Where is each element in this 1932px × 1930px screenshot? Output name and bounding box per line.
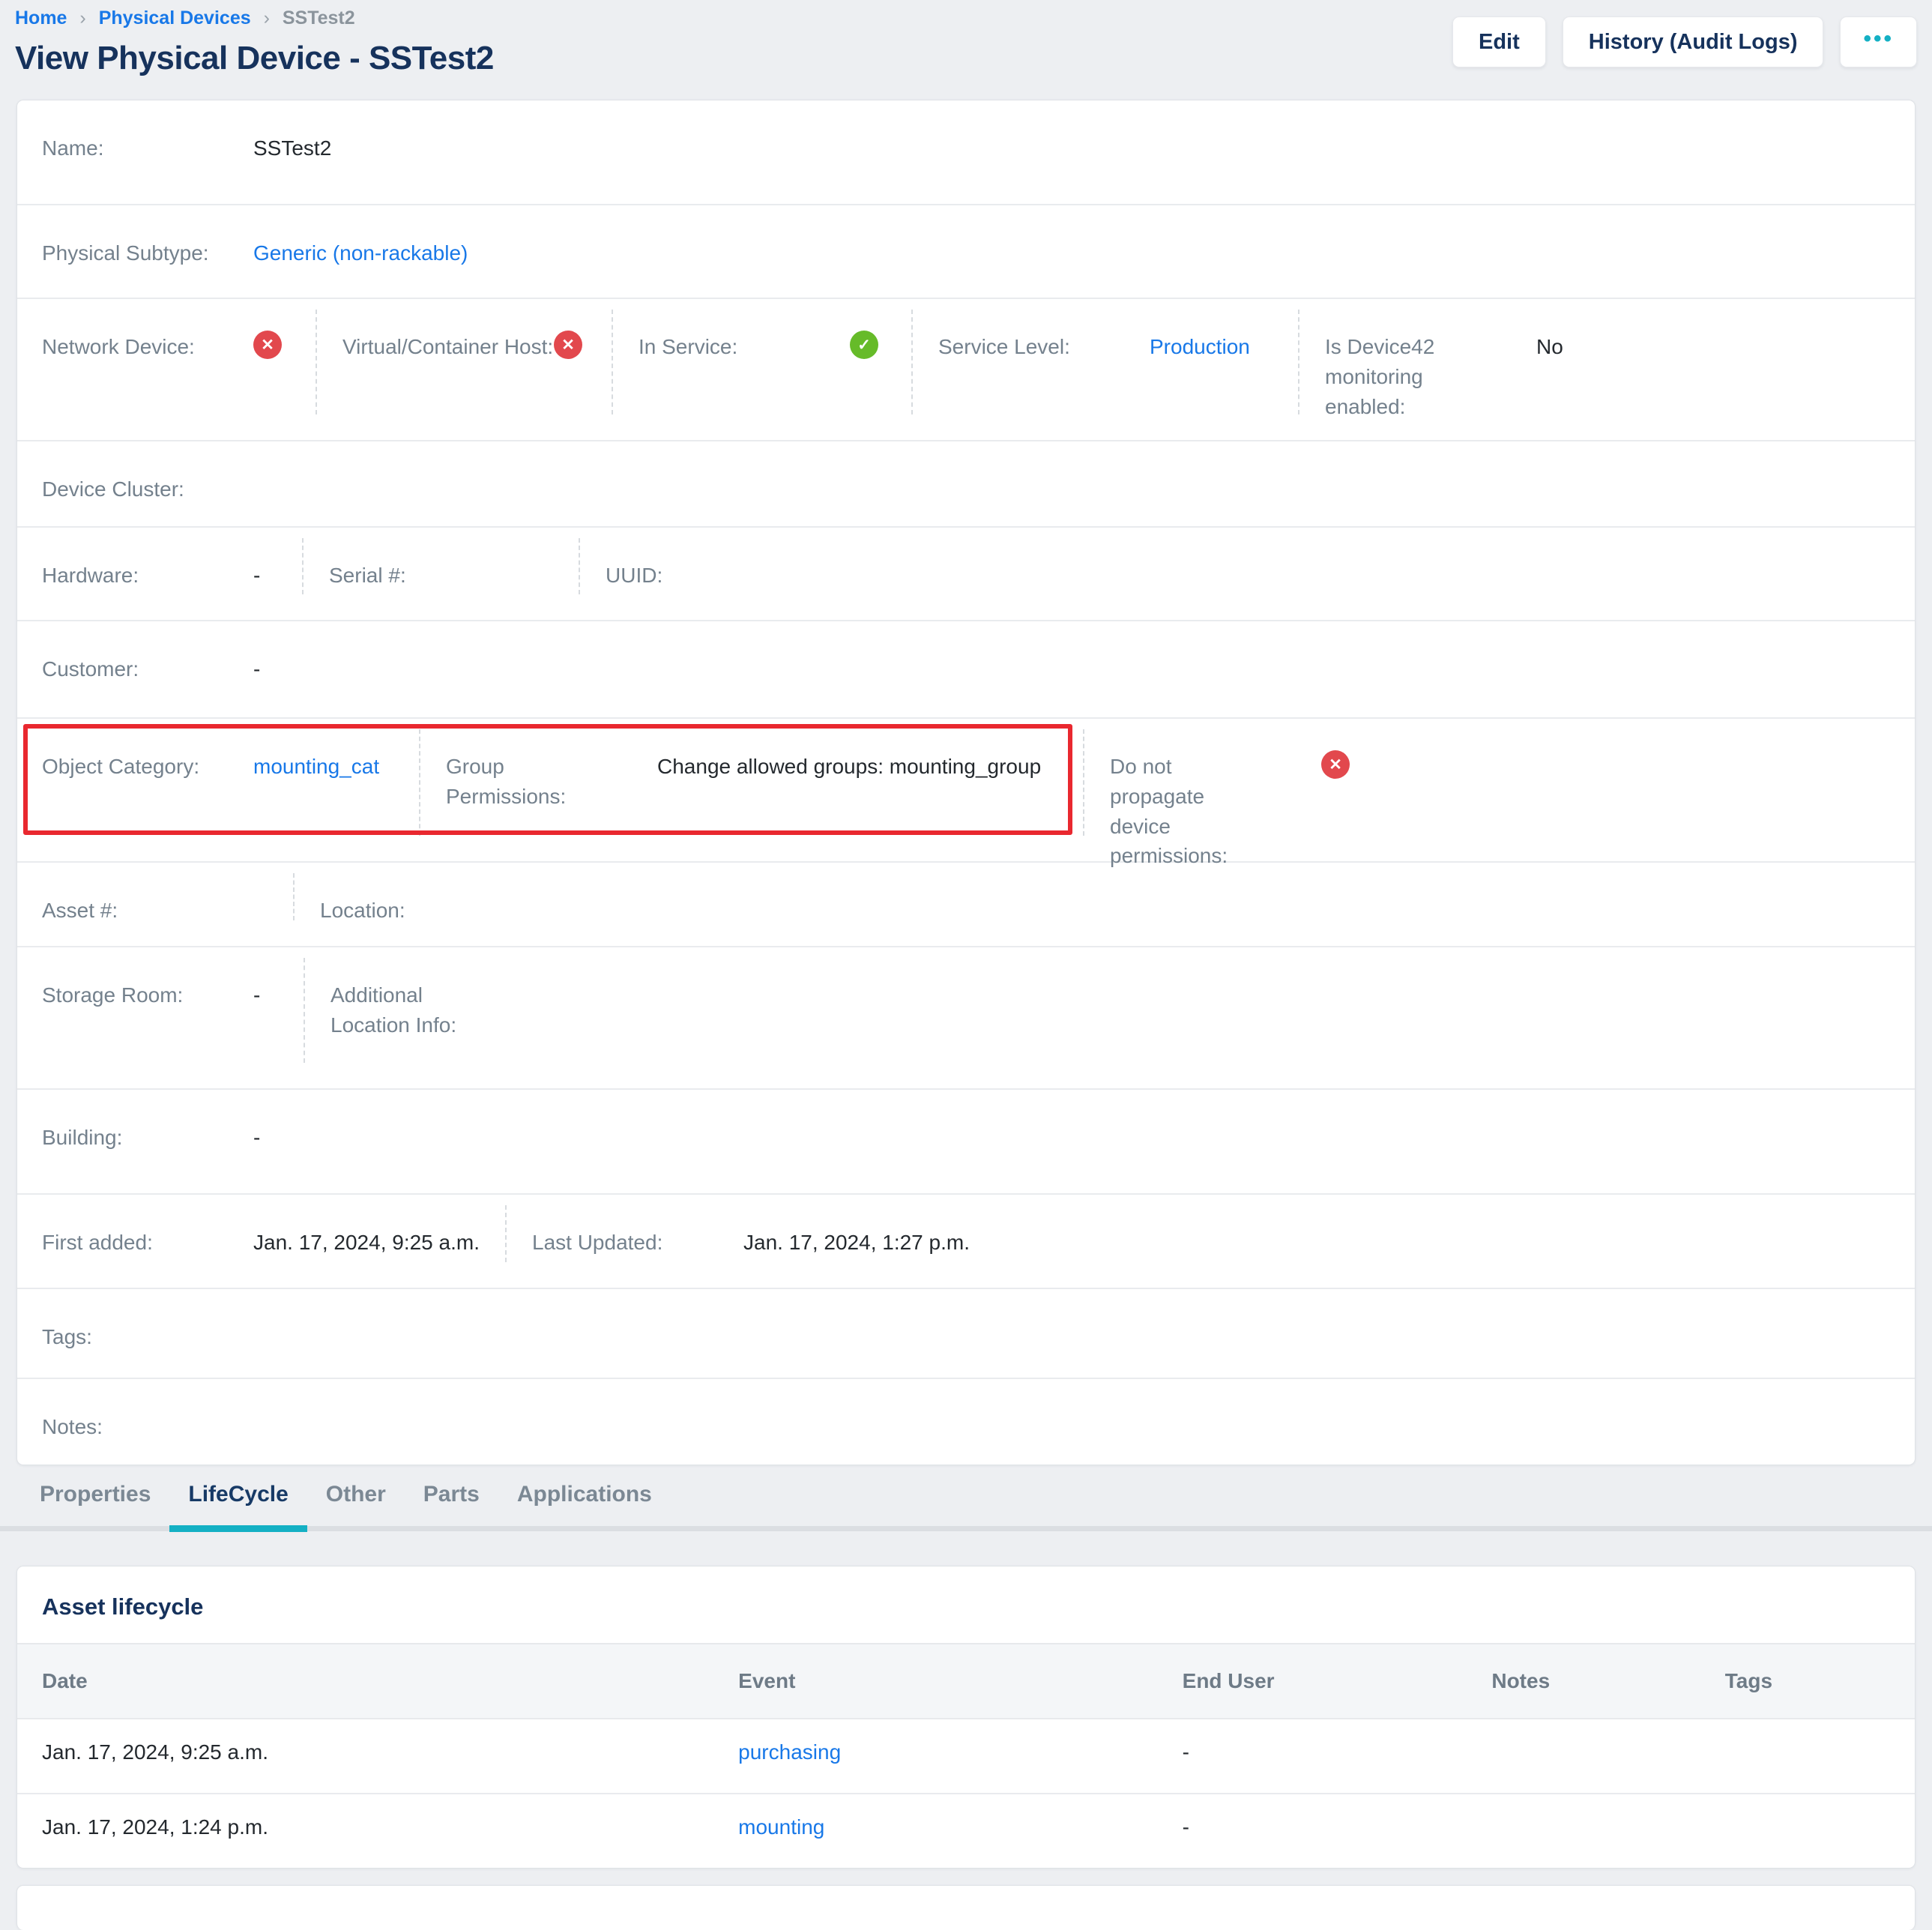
first-added-value: Jan. 17, 2024, 9:25 a.m. — [253, 1228, 480, 1257]
device42-monitoring-label: Is Device42 monitoring enabled: — [1325, 332, 1536, 421]
detail-row-name: Name: SSTest2 — [17, 100, 1915, 204]
lifecycle-tags — [1725, 1740, 1915, 1764]
building-label: Building: — [42, 1123, 253, 1153]
device-cluster-label: Device Cluster: — [42, 474, 253, 504]
breadcrumb-current-item: SSTest2 — [283, 7, 355, 28]
column-header-event: Event — [738, 1669, 1182, 1693]
do-not-propagate-label: Do not propagate device permissions: — [1110, 752, 1321, 871]
customer-value: - — [253, 654, 260, 684]
more-options-button[interactable]: ••• — [1840, 16, 1917, 67]
history-audit-logs-button[interactable]: History (Audit Logs) — [1563, 16, 1824, 67]
page-title: View Physical Device - SSTest2 — [15, 40, 494, 77]
lifecycle-event-link[interactable]: mounting — [738, 1815, 824, 1839]
next-section-card — [16, 1885, 1916, 1930]
status-no-icon: ✕ — [253, 331, 282, 359]
group-permissions-value: Change allowed groups: mounting_group — [657, 752, 1041, 781]
device-details-card: Name: SSTest2 Physical Subtype: Generic … — [16, 100, 1916, 1465]
lifecycle-date: Jan. 17, 2024, 9:25 a.m. — [17, 1740, 738, 1764]
lifecycle-table-header: Date Event End User Notes Tags — [17, 1643, 1915, 1719]
breadcrumb-home-link[interactable]: Home — [15, 7, 67, 28]
hardware-value: - — [253, 561, 260, 590]
name-value: SSTest2 — [253, 133, 331, 163]
group-permissions-label: Group Permissions: — [446, 752, 657, 812]
detail-row-dates: First added: Jan. 17, 2024, 9:25 a.m. La… — [17, 1193, 1915, 1288]
detail-row-asset-location: Asset #: Location: — [17, 861, 1915, 946]
lifecycle-end-user: - — [1183, 1815, 1492, 1839]
asset-number-label: Asset #: — [42, 896, 253, 926]
physical-subtype-link[interactable]: Generic (non-rackable) — [253, 238, 468, 268]
customer-label: Customer: — [42, 654, 253, 684]
tab-other[interactable]: Other — [307, 1482, 405, 1526]
detail-row-hardware: Hardware: - Serial #: UUID: — [17, 526, 1915, 620]
network-device-label: Network Device: — [42, 332, 253, 362]
detail-row-notes: Notes: — [17, 1378, 1915, 1465]
lifecycle-end-user: - — [1183, 1740, 1492, 1764]
service-level-link[interactable]: Production — [1150, 332, 1250, 361]
detail-row-object-category: Object Category: mounting_cat Group Perm… — [17, 717, 1915, 861]
lifecycle-table-row: Jan. 17, 2024, 9:25 a.m. purchasing - — [17, 1719, 1915, 1793]
column-header-tags: Tags — [1725, 1669, 1915, 1693]
breadcrumb-separator-icon: › — [264, 7, 270, 28]
in-service-label: In Service: — [639, 332, 850, 362]
tab-properties[interactable]: Properties — [21, 1482, 169, 1526]
status-yes-icon: ✓ — [850, 331, 878, 359]
lifecycle-notes — [1491, 1815, 1724, 1839]
tab-applications[interactable]: Applications — [498, 1482, 671, 1526]
detail-row-customer: Customer: - — [17, 620, 1915, 717]
physical-subtype-label: Physical Subtype: — [42, 238, 253, 268]
last-updated-label: Last Updated: — [532, 1228, 743, 1258]
hardware-label: Hardware: — [42, 561, 253, 591]
building-value: - — [253, 1123, 260, 1152]
last-updated-value: Jan. 17, 2024, 1:27 p.m. — [743, 1228, 970, 1257]
virtual-container-host-label: Virtual/Container Host: — [342, 332, 554, 362]
lifecycle-table-row: Jan. 17, 2024, 1:24 p.m. mounting - — [17, 1793, 1915, 1868]
tab-parts[interactable]: Parts — [405, 1482, 498, 1526]
lifecycle-event-link[interactable]: purchasing — [738, 1740, 841, 1764]
lifecycle-date: Jan. 17, 2024, 1:24 p.m. — [17, 1815, 738, 1839]
storage-room-label: Storage Room: — [42, 980, 253, 1010]
lifecycle-notes — [1491, 1740, 1724, 1764]
breadcrumb-separator-icon: › — [79, 7, 85, 28]
tab-lifecycle[interactable]: LifeCycle — [169, 1482, 307, 1526]
object-category-link[interactable]: mounting_cat — [253, 752, 379, 781]
serial-number-label: Serial #: — [329, 561, 540, 591]
uuid-label: UUID: — [606, 561, 817, 591]
service-level-label: Service Level: — [938, 332, 1150, 362]
detail-row-physical-subtype: Physical Subtype: Generic (non-rackable) — [17, 204, 1915, 298]
lifecycle-tags — [1725, 1815, 1915, 1839]
page-header: Home › Physical Devices › SSTest2 View P… — [0, 0, 1932, 100]
additional-location-info-label: Additional Location Info: — [330, 980, 542, 1040]
object-category-label: Object Category: — [42, 752, 253, 782]
asset-lifecycle-card: Asset lifecycle Date Event End User Note… — [16, 1566, 1916, 1869]
name-label: Name: — [42, 133, 253, 163]
location-label: Location: — [320, 896, 531, 926]
storage-room-value: - — [253, 980, 260, 1010]
asset-lifecycle-title: Asset lifecycle — [17, 1566, 1915, 1643]
status-no-icon: ✕ — [554, 331, 582, 359]
detail-row-building: Building: - — [17, 1088, 1915, 1193]
column-header-end-user: End User — [1183, 1669, 1492, 1693]
device42-monitoring-value: No — [1536, 332, 1563, 361]
more-options-icon: ••• — [1863, 26, 1894, 51]
detail-row-network-service: Network Device: ✕ Virtual/Container Host… — [17, 298, 1915, 440]
tags-label: Tags: — [42, 1322, 253, 1352]
detail-row-device-cluster: Device Cluster: — [17, 440, 1915, 526]
edit-button[interactable]: Edit — [1452, 16, 1546, 67]
status-no-icon: ✕ — [1321, 750, 1350, 779]
notes-label: Notes: — [42, 1412, 253, 1442]
column-header-date: Date — [17, 1669, 738, 1693]
header-actions: Edit History (Audit Logs) ••• — [1452, 16, 1917, 67]
first-added-label: First added: — [42, 1228, 253, 1258]
detail-row-storage-room: Storage Room: - Additional Location Info… — [17, 946, 1915, 1088]
column-header-notes: Notes — [1491, 1669, 1724, 1693]
detail-row-tags: Tags: — [17, 1288, 1915, 1378]
breadcrumb: Home › Physical Devices › SSTest2 — [15, 7, 494, 29]
breadcrumb-physical-devices-link[interactable]: Physical Devices — [99, 7, 251, 28]
device-tabs: Properties LifeCycle Other Parts Applica… — [0, 1482, 1932, 1531]
